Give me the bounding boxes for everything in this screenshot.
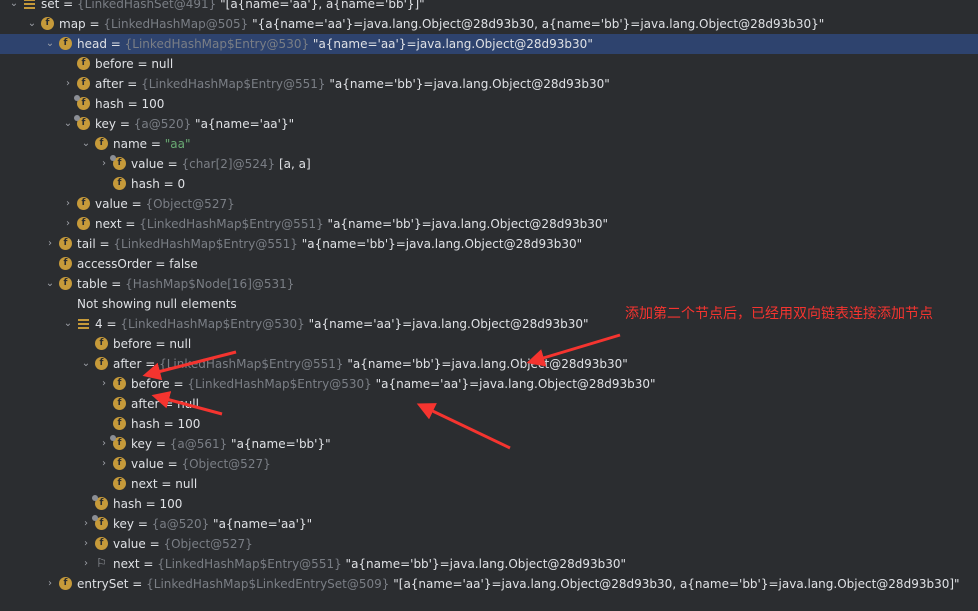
annotation-note: 添加第二个节点后，已经用双向链表连接添加节点 [625, 306, 933, 322]
arrow-to-before-field [151, 391, 223, 416]
arrow-to-before-value [416, 403, 511, 450]
arrow-to-after-node [526, 333, 621, 367]
arrow-to-after-field [142, 350, 237, 381]
